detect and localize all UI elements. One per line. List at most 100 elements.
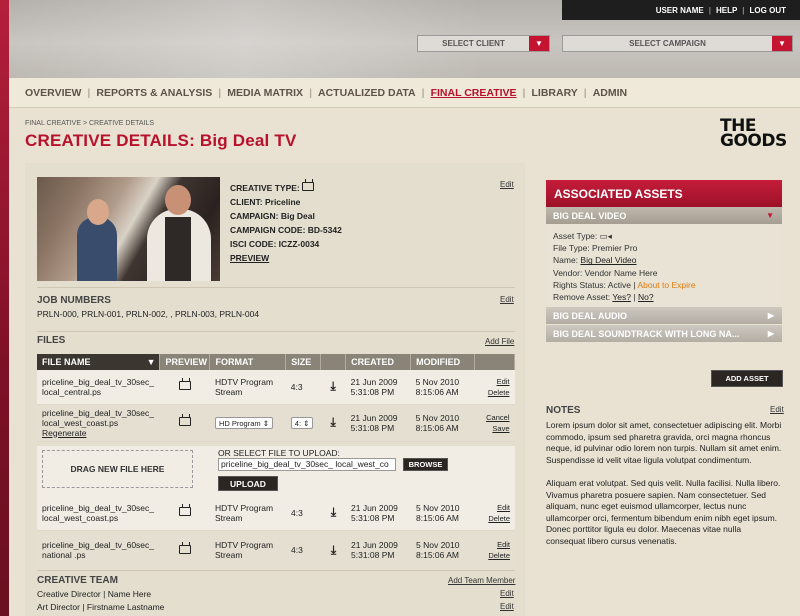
edit-team-member-link[interactable]: Edit	[500, 602, 514, 611]
creative-type-label: CREATIVE TYPE:	[230, 183, 300, 193]
notes-title: NOTES	[546, 405, 581, 416]
nav-overview[interactable]: OVERVIEW	[25, 87, 87, 99]
edit-file-link[interactable]: Edit	[479, 376, 510, 387]
file-created: 21 Jun 2009 5:31:08 PM	[346, 530, 411, 571]
remove-no-link[interactable]: No?	[638, 292, 654, 302]
select-campaign-dropdown[interactable]: SELECT CAMPAIGN ▼	[562, 35, 793, 52]
files-table-continued: priceline_big_deal_tv_30sec_ local_west_…	[37, 496, 515, 571]
asset-accordion-title: BIG DEAL SOUNDTRACK WITH LONG NA...	[553, 328, 740, 339]
format-cell: HD Program ⇕	[209, 404, 286, 442]
notes-panel: NOTES Edit Lorem ipsum dolor sit amet, c…	[546, 405, 784, 547]
size-select-value: 4:	[294, 418, 302, 428]
preview-link[interactable]: PREVIEW	[230, 253, 269, 263]
download-cell[interactable]: ⤓	[320, 370, 346, 405]
col-size: SIZE	[285, 354, 322, 370]
select-campaign-label: SELECT CAMPAIGN	[629, 39, 706, 48]
preview-cell[interactable]	[159, 404, 210, 442]
file-name: priceline_big_deal_tv_30sec_ local_west_…	[37, 496, 160, 531]
tv-icon	[179, 544, 191, 554]
browse-button[interactable]: BROWSE	[403, 458, 448, 471]
size-select[interactable]: 4: ⇕	[290, 416, 314, 429]
delete-file-link[interactable]: Delete	[480, 513, 510, 524]
file-modified: 5 Nov 2010 8:15:06 AM	[411, 496, 475, 531]
file-modified: 5 Nov 2010 8:15:06 AM	[410, 404, 475, 442]
add-file-link[interactable]: Add File	[485, 337, 514, 346]
preview-cell[interactable]	[160, 496, 210, 531]
col-created: CREATED	[345, 354, 412, 370]
about-to-expire-link[interactable]: About to Expire	[637, 280, 695, 290]
delete-file-link[interactable]: Delete	[480, 550, 510, 561]
isci-code-value: ICZZ-0034	[278, 239, 320, 249]
nav-reports-analysis[interactable]: REPORTS & ANALYSIS	[90, 87, 218, 99]
chevron-updown-icon: ⇕	[303, 418, 310, 428]
preview-cell[interactable]	[159, 370, 210, 405]
nav-admin[interactable]: ADMIN	[587, 87, 633, 99]
creative-thumbnail[interactable]	[37, 177, 220, 281]
help-link[interactable]: HELP	[716, 6, 737, 15]
edit-notes-link[interactable]: Edit	[770, 405, 784, 414]
logout-link[interactable]: LOG OUT	[750, 6, 786, 15]
cancel-edit-link[interactable]: Cancel	[479, 412, 509, 423]
user-bar: USER NAME | HELP | LOG OUT	[562, 0, 800, 20]
edit-job-numbers-link[interactable]: Edit	[500, 295, 514, 304]
nav-final-creative[interactable]: FINAL CREATIVE	[425, 87, 523, 99]
format-select[interactable]: HD Program ⇕	[214, 416, 274, 429]
tv-icon	[178, 381, 191, 391]
asset-name-link[interactable]: Big Deal Video	[580, 255, 636, 265]
video-camera-icon: ▭◂	[599, 231, 612, 241]
chevron-down-icon: ▼	[766, 211, 774, 220]
creative-team-title: CREATIVE TEAM	[37, 575, 118, 586]
download-icon: ⤓	[330, 505, 337, 520]
download-icon: ⤓	[330, 379, 336, 394]
remove-yes-link[interactable]: Yes?	[612, 292, 631, 302]
campaign-value: Big Deal	[280, 211, 315, 221]
file-modified: 5 Nov 2010 8:15:06 AM	[411, 530, 475, 571]
delete-file-link[interactable]: Delete	[479, 387, 510, 398]
preview-cell[interactable]	[160, 530, 210, 571]
edit-details-link[interactable]: Edit	[500, 180, 514, 189]
tv-icon	[179, 507, 191, 517]
file-size: 4:3	[286, 496, 321, 531]
asset-name-label: Name:	[553, 255, 579, 266]
download-cell[interactable]: ⤓	[320, 404, 346, 442]
save-file-link[interactable]: Save	[479, 423, 509, 434]
asset-details: Asset Type: ▭◂ File Type: Premier Pro Na…	[546, 225, 782, 308]
asset-accordion-open[interactable]: BIG DEAL VIDEO ▼	[546, 207, 782, 225]
asset-accordion-soundtrack[interactable]: BIG DEAL SOUNDTRACK WITH LONG NA... ▶	[546, 325, 782, 344]
regenerate-link[interactable]: Regenerate	[42, 428, 155, 438]
browse-button-label: BROWSE	[408, 460, 443, 469]
creative-info: CREATIVE TYPE: CLIENT: Priceline CAMPAIG…	[230, 181, 342, 265]
associated-assets-panel: ASSOCIATED ASSETS BIG DEAL VIDEO ▼ Asset…	[546, 180, 782, 344]
nav-library[interactable]: LIBRARY	[525, 87, 583, 99]
edit-team-member-link[interactable]: Edit	[500, 589, 514, 598]
user-name-link[interactable]: USER NAME	[656, 6, 704, 15]
row-actions: Edit Delete	[474, 370, 515, 405]
download-cell[interactable]: ⤓	[321, 530, 346, 571]
asset-accordion-audio[interactable]: BIG DEAL AUDIO ▶	[546, 307, 782, 326]
add-asset-button[interactable]: ADD ASSET	[711, 370, 783, 387]
logo-line-2: GOODS	[720, 131, 787, 151]
asset-file-type: File Type: Premier Pro	[553, 243, 638, 254]
left-accent-bar	[0, 0, 9, 616]
col-file-name-label: FILE NAME	[42, 357, 91, 367]
remove-asset-label: Remove Asset:	[553, 292, 611, 303]
select-file-label: OR SELECT FILE TO UPLOAD:	[218, 448, 340, 458]
file-path-input[interactable]: priceline_big_deal_tv_30sec_ local_west_…	[218, 458, 396, 471]
file-format: HDTV Program Stream	[210, 496, 286, 531]
select-client-dropdown[interactable]: SELECT CLIENT ▼	[417, 35, 550, 52]
drag-drop-zone[interactable]: DRAG NEW FILE HERE	[42, 450, 193, 488]
asset-accordion-title: BIG DEAL VIDEO	[553, 210, 627, 221]
nav-actualized-data[interactable]: ACTUALIZED DATA	[312, 87, 422, 99]
file-modified: 5 Nov 2010 8:15:06 AM	[410, 370, 475, 405]
thumbnail-shirt	[165, 217, 191, 281]
edit-file-link[interactable]: Edit	[480, 539, 510, 550]
associated-assets-title: ASSOCIATED ASSETS	[546, 180, 782, 207]
thumbnail-head-left	[87, 199, 109, 225]
nav-media-matrix[interactable]: MEDIA MATRIX	[221, 87, 309, 99]
col-modified: MODIFIED	[410, 354, 475, 370]
col-file-name[interactable]: FILE NAME ▼	[37, 354, 161, 370]
upload-button[interactable]: UPLOAD	[218, 476, 278, 491]
download-cell[interactable]: ⤓	[321, 496, 346, 531]
add-team-member-link[interactable]: Add Team Member	[448, 576, 515, 585]
edit-file-link[interactable]: Edit	[480, 502, 510, 513]
